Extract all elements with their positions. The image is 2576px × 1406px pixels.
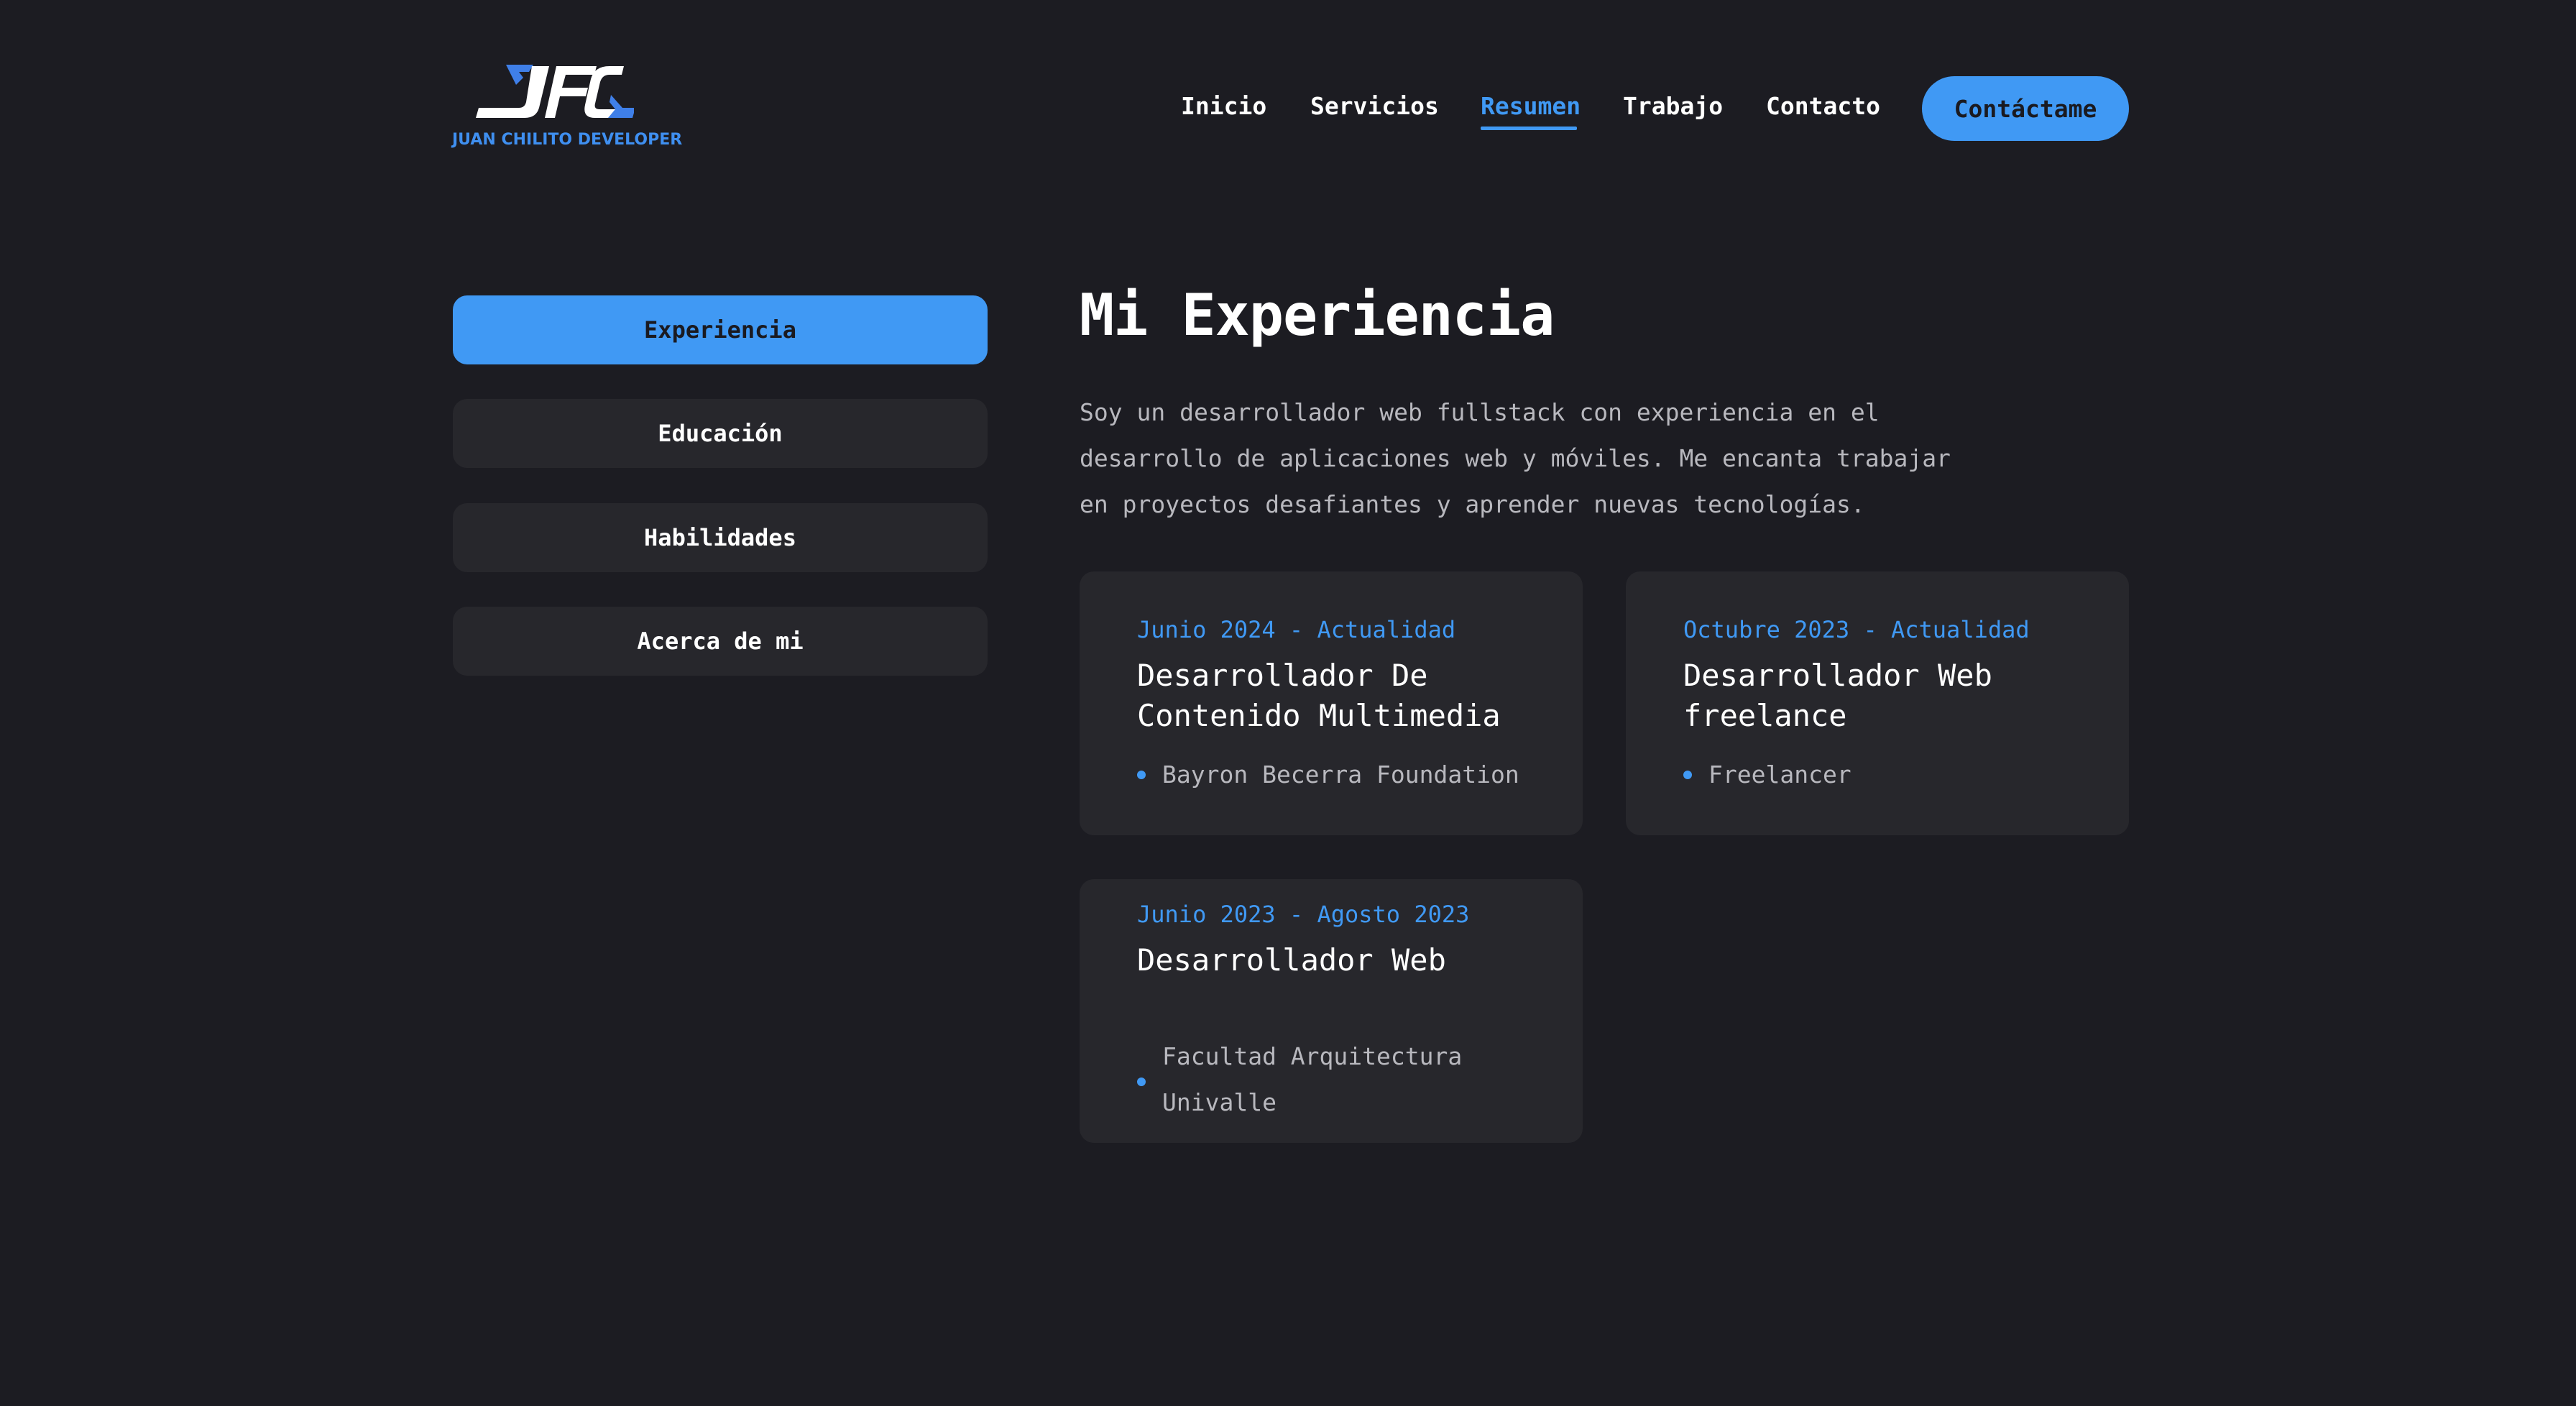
experience-company: Freelancer [1708, 761, 1852, 789]
experience-title: Desarrollador Web freelance [1683, 658, 1992, 733]
sidebar-item-educacion[interactable]: Educación [453, 399, 988, 468]
nav-item-servicios[interactable]: Servicios [1310, 92, 1439, 120]
nav-item-inicio[interactable]: Inicio [1181, 92, 1266, 120]
sidebar-item-acerca-de-mi[interactable]: Acerca de mi [453, 607, 988, 676]
experience-title: Desarrollador De Contenido Multimedia [1137, 658, 1501, 733]
experience-company: Facultad Arquitectura Univalle [1162, 1042, 1463, 1116]
page: JUAN CHILITO DEVELOPER Inicio Servicios … [0, 0, 2576, 1406]
nav-item-resumen[interactable]: Resumen [1481, 92, 1581, 120]
nav-item-contacto[interactable]: Contacto [1766, 92, 1880, 120]
page-title: Mi Experiencia [1080, 282, 1555, 349]
logo[interactable]: JUAN CHILITO DEVELOPER [452, 63, 683, 157]
bullet-icon [1137, 771, 1146, 779]
experience-card: Junio 2023 - Agosto 2023 Desarrollador W… [1080, 879, 1583, 1143]
contact-me-button[interactable]: Contáctame [1922, 76, 2129, 141]
experience-date: Junio 2023 - Agosto 2023 [1137, 901, 1470, 928]
experience-date: Junio 2024 - Actualidad [1137, 616, 1456, 643]
experience-card: Octubre 2023 - Actualidad Desarrollador … [1626, 571, 2129, 835]
experience-date: Octubre 2023 - Actualidad [1683, 616, 2030, 643]
logo-subtitle: JUAN CHILITO DEVELOPER [452, 131, 683, 149]
logo-mark-icon [476, 65, 634, 118]
sidebar-item-habilidades[interactable]: Habilidades [453, 503, 988, 572]
bullet-icon [1137, 1078, 1146, 1086]
experience-card: Junio 2024 - Actualidad Desarrollador De… [1080, 571, 1583, 835]
experience-title: Desarrollador Web [1137, 942, 1446, 978]
bullet-icon [1683, 771, 1692, 779]
experience-company: Bayron Becerra Foundation [1162, 761, 1519, 789]
sidebar-item-experiencia[interactable]: Experiencia [453, 295, 988, 364]
page-description: Soy un desarrollador web fullstack con e… [1080, 398, 1951, 518]
nav-active-underline [1481, 127, 1577, 130]
nav-item-trabajo[interactable]: Trabajo [1623, 92, 1723, 120]
